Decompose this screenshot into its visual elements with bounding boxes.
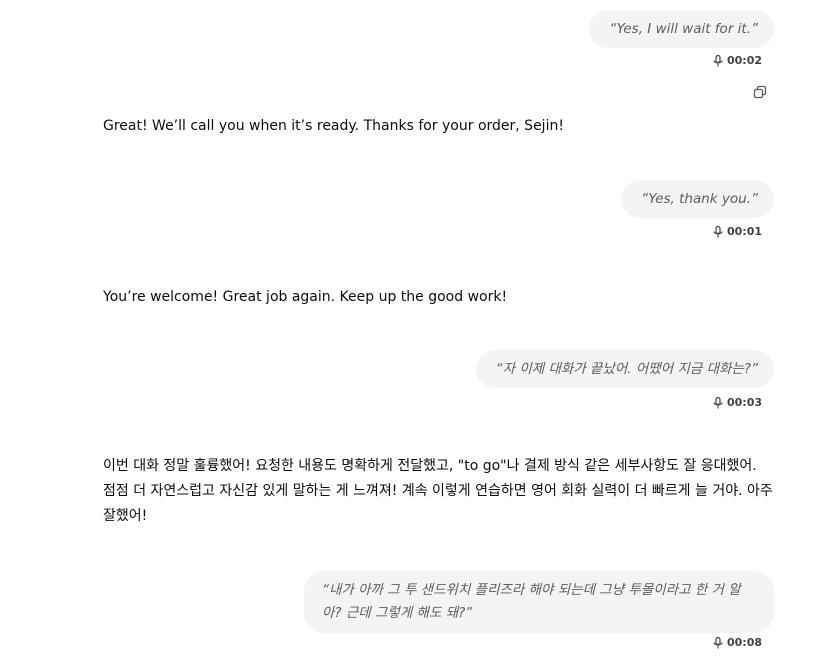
user-message-text: “내가 아까 그 투 샌드위치 플리즈라 해야 되는데 그냥 투몰이라고 한 거… (322, 582, 741, 621)
user-message-text: “Yes, I will wait for it.” (609, 21, 758, 37)
microphone-icon (713, 396, 723, 408)
assistant-message: 이번 대화 정말 훌륭했어! 요청한 내용도 명확하게 전달했고, "to go… (103, 454, 773, 529)
assistant-message: You’re welcome! Great job again. Keep up… (103, 285, 773, 310)
voice-duration-text: 00:01 (726, 225, 762, 238)
assistant-message-text: Great! We’ll call you when it’s ready. T… (103, 118, 564, 134)
user-message-text: “Yes, thank you.” (641, 191, 758, 207)
voice-duration-text: 00:03 (726, 396, 762, 409)
copy-icon[interactable] (752, 84, 768, 100)
assistant-message-text: 이번 대화 정말 훌륭했어! 요청한 내용도 명확하게 전달했고, "to go… (103, 458, 773, 524)
assistant-message: Great! We’ll call you when it’s ready. T… (103, 114, 773, 139)
microphone-icon (713, 54, 723, 66)
user-message-bubble: “내가 아까 그 투 샌드위치 플리즈라 해야 되는데 그냥 투몰이라고 한 거… (304, 571, 774, 633)
user-message-text: “자 이제 대화가 끝났어. 어땠어 지금 대화는?” (495, 361, 758, 377)
user-message-bubble: “자 이제 대화가 끝났어. 어땠어 지금 대화는?” (475, 350, 774, 388)
voice-duration-text: 00:08 (726, 636, 762, 649)
assistant-message-text: You’re welcome! Great job again. Keep up… (103, 289, 508, 305)
voice-duration-text: 00:02 (726, 54, 762, 67)
microphone-icon (713, 636, 723, 648)
voice-duration: 00:02 (713, 54, 762, 67)
voice-duration: 00:08 (713, 636, 762, 649)
user-message-bubble: “Yes, thank you.” (621, 180, 774, 218)
chat-thread: “Yes, I will wait for it.” 00:02 Great! … (0, 0, 836, 665)
voice-duration: 00:01 (713, 225, 762, 238)
microphone-icon (713, 225, 723, 237)
voice-duration: 00:03 (713, 396, 762, 409)
user-message-bubble: “Yes, I will wait for it.” (589, 10, 774, 48)
